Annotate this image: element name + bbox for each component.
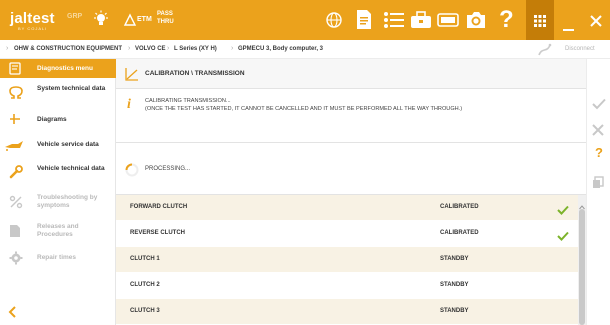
cancel-icon[interactable] — [592, 123, 604, 141]
breadcrumb: › OHW & CONSTRUCTION EQUIPMENT › VOLVO C… — [0, 40, 610, 59]
jaltest-logo: jaltest — [10, 10, 55, 27]
toolbox-icon[interactable] — [410, 11, 432, 34]
row-name: REVERSE CLUTCH — [130, 230, 186, 236]
oil-can-icon — [4, 138, 24, 156]
minimize-icon — [563, 19, 574, 37]
collapse-sidebar-icon[interactable] — [8, 305, 16, 323]
row-name: CLUTCH 2 — [130, 282, 160, 288]
apps-grid-icon — [534, 14, 546, 32]
sidebar-item-releases-and-procedures[interactable]: Releases and Procedures — [0, 217, 116, 245]
globe-icon[interactable] — [325, 11, 343, 34]
sidebar-item-label: Troubleshooting by symptoms — [37, 194, 98, 209]
sidebar-item-label: Vehicle service data — [37, 141, 99, 148]
table-scrollbar[interactable] — [578, 195, 586, 325]
sidebar-item-vehicle-service-data[interactable]: Vehicle service data — [0, 132, 116, 156]
row-status: STANDBY — [440, 308, 469, 314]
copy-icon[interactable] — [592, 176, 604, 194]
scrollbar-thumb[interactable] — [579, 209, 585, 325]
logo-subtitle: BY COJALI — [18, 26, 48, 31]
breadcrumb-item[interactable]: GPMECU 3, Body computer, 3 — [238, 46, 323, 52]
help-icon[interactable]: ? — [595, 145, 603, 160]
ohm-icon — [9, 86, 23, 104]
table-row: CLUTCH 1 STANDBY — [116, 247, 578, 272]
table-row: CLUTCH 3 STANDBY — [116, 299, 578, 324]
top-bar: jaltest BY COJALI GRP ETM PASS THRU ? — [0, 0, 610, 40]
check-icon — [557, 202, 569, 220]
percent-icon — [9, 195, 23, 214]
list-icon[interactable] — [383, 10, 405, 35]
check-icon — [557, 228, 569, 246]
sidebar-item-label: Vehicle technical data — [37, 165, 105, 172]
info-line: CALIBRATING TRANSMISSION... — [145, 98, 231, 104]
sidebar: Diagnostics menu System technical data D… — [0, 59, 116, 325]
table-row: REVERSE CLUTCH CALIBRATED — [116, 221, 578, 246]
sidebar-item-label: Releases and Procedures — [37, 223, 79, 238]
sidebar-item-vehicle-technical-data[interactable]: Vehicle technical data — [0, 156, 116, 188]
minimize-button[interactable] — [555, 0, 582, 40]
row-status: STANDBY — [440, 282, 469, 288]
processing-box: PROCESSING... — [116, 143, 586, 195]
help-icon[interactable]: ? — [499, 6, 514, 34]
calibration-icon — [125, 67, 139, 86]
row-name: FORWARD CLUTCH — [130, 204, 188, 210]
table-row: CLUTCH 2 STANDBY — [116, 273, 578, 298]
sidebar-item-label: System technical data — [37, 85, 106, 92]
sidebar-item-label: Diagrams — [37, 116, 67, 123]
check-icon[interactable] — [592, 97, 606, 115]
etm-label[interactable]: ETM — [137, 16, 152, 23]
row-name: CLUTCH 3 — [130, 308, 160, 314]
document-icon[interactable] — [355, 9, 373, 35]
gear-icon — [9, 251, 23, 270]
close-button[interactable] — [582, 0, 609, 40]
thru-label[interactable]: THRU — [157, 19, 174, 25]
diagnostics-icon — [9, 62, 21, 80]
wrench-icon — [9, 165, 23, 184]
panel-header: CALIBRATION \ TRANSMISSION — [116, 59, 586, 89]
chevron-right-icon: › — [167, 45, 170, 52]
info-message: i CALIBRATING TRANSMISSION... (ONCE THE … — [116, 89, 586, 143]
table-row: FORWARD CLUTCH CALIBRATED — [116, 195, 578, 220]
sidebar-item-troubleshooting[interactable]: Troubleshooting by symptoms — [0, 188, 116, 216]
chevron-right-icon: › — [128, 45, 131, 52]
row-status: CALIBRATED — [440, 204, 479, 210]
spinner-icon — [125, 163, 139, 182]
disconnect-button[interactable]: Disconnect — [565, 46, 595, 52]
row-status: CALIBRATED — [440, 230, 479, 236]
sidebar-item-diagnostics-menu[interactable]: Diagnostics menu — [0, 59, 116, 78]
close-icon — [590, 14, 602, 32]
info-text: CALIBRATING TRANSMISSION... (ONCE THE TE… — [145, 98, 462, 113]
printer-icon[interactable] — [437, 12, 459, 33]
main-panel: CALIBRATION \ TRANSMISSION i CALIBRATING… — [116, 59, 586, 325]
pass-label[interactable]: PASS — [157, 11, 173, 17]
chevron-right-icon: › — [231, 45, 234, 52]
bulb-icon[interactable] — [92, 10, 110, 33]
chevron-right-icon: › — [6, 45, 9, 52]
sidebar-item-system-technical-data[interactable]: System technical data — [0, 79, 116, 107]
breadcrumb-item[interactable]: L Series (XY H) — [174, 46, 217, 52]
sidebar-item-label: Repair times — [37, 254, 77, 261]
processing-text: PROCESSING... — [145, 166, 191, 172]
etm-icon — [123, 13, 137, 32]
row-name: CLUTCH 1 — [130, 256, 160, 262]
info-icon: i — [127, 97, 131, 112]
sidebar-item-diagrams[interactable]: Diagrams — [0, 107, 116, 131]
action-rail: ? — [586, 59, 610, 325]
page-title: CALIBRATION \ TRANSMISSION — [145, 70, 245, 77]
camera-icon[interactable] — [465, 10, 487, 35]
info-line: (ONCE THE TEST HAS STARTED, IT CANNOT BE… — [145, 105, 463, 112]
breadcrumb-item[interactable]: OHW & CONSTRUCTION EQUIPMENT — [14, 46, 122, 52]
diagram-icon — [9, 112, 23, 131]
document-icon — [9, 224, 21, 243]
row-status: STANDBY — [440, 256, 469, 262]
sidebar-item-repair-times[interactable]: Repair times — [0, 246, 116, 270]
grp-label[interactable]: GRP — [67, 13, 82, 20]
breadcrumb-item[interactable]: VOLVO CE — [135, 46, 166, 52]
apps-grid-button[interactable] — [526, 0, 554, 40]
sidebar-item-label: Diagnostics menu — [37, 65, 93, 72]
calibration-table: FORWARD CLUTCH CALIBRATED REVERSE CLUTCH… — [116, 195, 578, 325]
